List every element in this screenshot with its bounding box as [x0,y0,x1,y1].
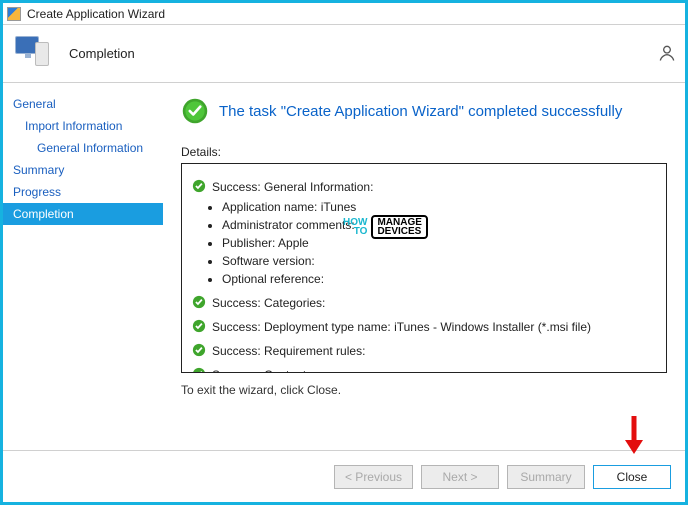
check-icon [192,319,206,333]
check-icon [192,367,206,373]
wizard-content: The task "Create Application Wizard" com… [163,83,685,450]
detail-text: Success: Content: [212,366,309,373]
success-check-icon [181,97,209,125]
close-button[interactable]: Close [593,465,671,489]
detail-text: Success: Categories: [212,294,325,312]
nav-import-information[interactable]: Import Information [3,115,163,137]
details-label: Details: [181,145,667,159]
check-icon [192,343,206,357]
details-box[interactable]: Success: General Information: Applicatio… [181,163,667,373]
wizard-nav: General Import Information General Infor… [3,83,163,450]
detail-text: Success: General Information: [212,178,373,196]
summary-button: Summary [507,465,585,489]
detail-row: Success: Requirement rules: [192,342,656,360]
next-button: Next > [421,465,499,489]
detail-text: Success: Requirement rules: [212,342,365,360]
nav-completion[interactable]: Completion [3,203,163,225]
nav-progress[interactable]: Progress [3,181,163,203]
completion-headline: The task "Create Application Wizard" com… [219,103,622,120]
window-title: Create Application Wizard [27,7,165,21]
previous-button: < Previous [334,465,413,489]
wizard-footer: < Previous Next > Summary Close [3,450,685,502]
app-icon [7,7,21,21]
check-icon [192,295,206,309]
wizard-window: Create Application Wizard Completion Gen… [0,0,688,505]
detail-subitem: Software version: [222,252,656,270]
detail-row: Success: General Information: [192,178,656,196]
step-title: Completion [69,46,135,61]
computer-icon [15,34,55,74]
nav-general[interactable]: General [3,93,163,115]
nav-summary[interactable]: Summary [3,159,163,181]
detail-sublist: Application name: iTunes Administrator c… [222,198,656,288]
user-icon [657,43,677,63]
check-icon [192,179,206,193]
detail-row: Success: Content: [192,366,656,373]
exit-hint: To exit the wizard, click Close. [181,383,667,397]
titlebar: Create Application Wizard [3,3,685,25]
red-arrow-annotation [623,414,645,454]
detail-row: Success: Categories: [192,294,656,312]
detail-row: Success: Deployment type name: iTunes - … [192,318,656,336]
detail-subitem: Publisher: Apple [222,234,656,252]
wizard-header: Completion [3,25,685,83]
detail-text: Success: Deployment type name: iTunes - … [212,318,591,336]
detail-subitem: Optional reference: [222,270,656,288]
detail-subitem: Application name: iTunes [222,198,656,216]
detail-subitem: Administrator comments: [222,216,656,234]
nav-general-information[interactable]: General Information [3,137,163,159]
